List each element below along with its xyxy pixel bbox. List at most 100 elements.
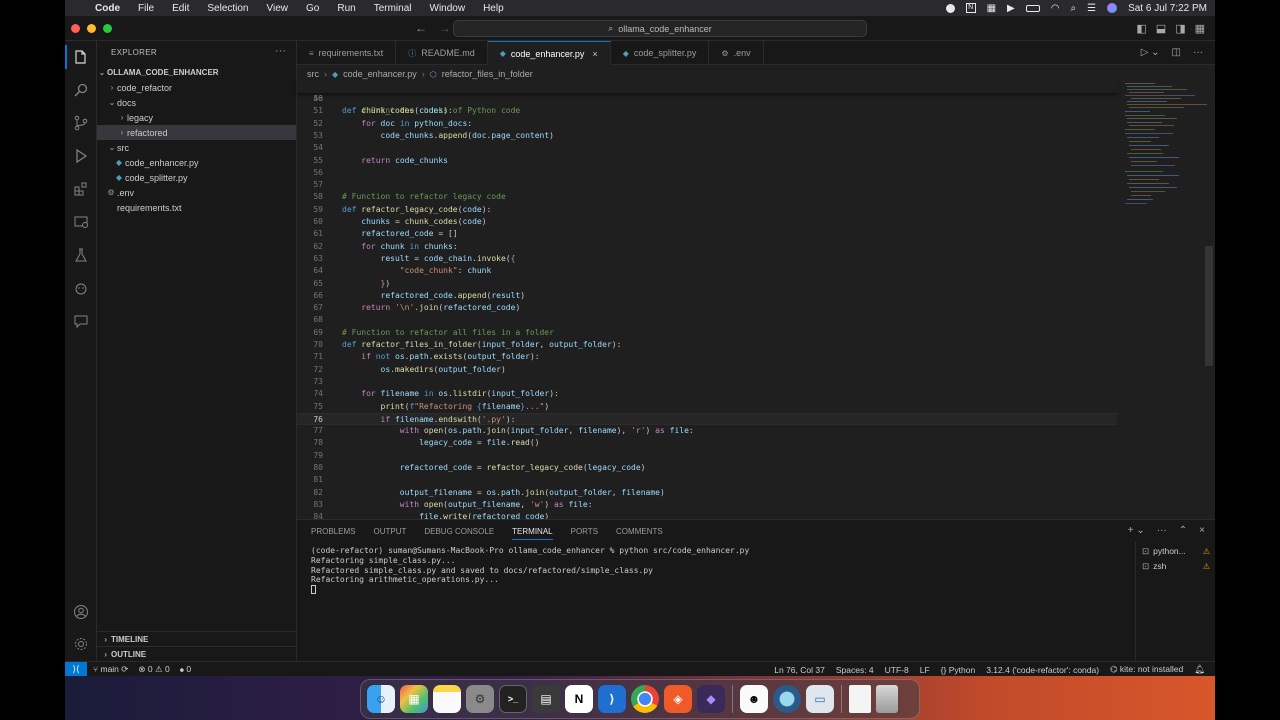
clock[interactable]: Sat 6 Jul 7:22 PM <box>1128 3 1207 14</box>
language-mode[interactable]: {} Python <box>941 665 976 675</box>
menu-go[interactable]: Go <box>306 3 319 14</box>
brave-icon[interactable]: ◈ <box>664 685 692 713</box>
quicktime-icon[interactable] <box>773 685 801 713</box>
minimap[interactable] <box>1125 81 1207 519</box>
search-icon[interactable] <box>73 82 89 98</box>
problems-indicator[interactable]: ⊗ 0 ⚠ 0 <box>138 664 169 675</box>
toggle-secondary-sidebar-icon[interactable]: ◨ <box>1175 22 1185 35</box>
more-actions-icon[interactable]: ··· <box>1193 47 1203 58</box>
terminal-instance-python[interactable]: ⊡ python... ⚠ <box>1142 544 1212 558</box>
settings-gear-icon[interactable] <box>73 636 89 652</box>
vertical-scrollbar[interactable] <box>1205 246 1213 366</box>
wifi-icon[interactable]: ◠ <box>1051 3 1060 14</box>
menu-file[interactable]: File <box>138 3 154 14</box>
workspace-root[interactable]: ⌄ OLLAMA_CODE_ENHANCER <box>97 65 296 80</box>
notion-icon[interactable]: N <box>965 3 976 13</box>
tab-comments[interactable]: COMMENTS <box>616 527 663 540</box>
document-icon[interactable] <box>849 685 871 713</box>
tree-item-code-splitter[interactable]: ◆ code_splitter.py <box>97 170 296 185</box>
record-icon[interactable] <box>945 3 955 13</box>
remote-explorer-icon[interactable] <box>73 214 89 230</box>
tree-item-refactored[interactable]: › refactored <box>97 125 296 140</box>
tab-problems[interactable]: PROBLEMS <box>311 527 355 540</box>
tree-item-src[interactable]: ⌄ src <box>97 140 296 155</box>
terminal-app-icon[interactable]: >_ <box>499 685 527 713</box>
breadcrumb-symbol[interactable]: refactor_files_in_folder <box>442 69 533 79</box>
search-icon[interactable]: ⌕ <box>1070 3 1076 14</box>
close-icon[interactable]: × <box>592 49 597 59</box>
battery-icon[interactable] <box>1025 4 1040 12</box>
command-center[interactable]: ⌕ ollama_code_enhancer <box>453 20 867 37</box>
ollama-app-icon[interactable]: ☻ <box>740 685 768 713</box>
finder-icon[interactable]: ☺ <box>367 685 395 713</box>
tab-env[interactable]: ⚙ .env <box>709 41 764 65</box>
terminal-instance-zsh[interactable]: ⊡ zsh ⚠ <box>1142 559 1212 573</box>
tab-ports[interactable]: PORTS <box>571 527 598 540</box>
tree-item-docs[interactable]: ⌄ docs <box>97 95 296 110</box>
ollama-icon[interactable] <box>73 280 89 296</box>
notifications-bell-icon[interactable]: 🔔︎ <box>1194 664 1205 675</box>
menu-app-name[interactable]: Code <box>95 3 120 14</box>
menu-selection[interactable]: Selection <box>207 3 248 14</box>
code-editor[interactable]: 50 51 # Print the chunks of Python code … <box>297 81 1117 519</box>
obsidian-icon[interactable]: ◆ <box>697 685 725 713</box>
tree-item-code-refactor[interactable]: › code_refactor <box>97 80 296 95</box>
run-debug-icon[interactable] <box>73 148 89 164</box>
tree-item-legacy[interactable]: › legacy <box>97 110 296 125</box>
account-icon[interactable] <box>73 604 89 620</box>
breadcrumb-file[interactable]: code_enhancer.py <box>343 69 417 79</box>
maximize-panel-icon[interactable]: ⌃ <box>1179 525 1187 536</box>
play-icon[interactable]: ▶ <box>1007 3 1015 14</box>
extensions-icon[interactable] <box>73 181 89 197</box>
launchpad-icon[interactable]: ▦ <box>400 685 428 713</box>
menu-run[interactable]: Run <box>337 3 355 14</box>
explorer-icon[interactable] <box>73 49 89 65</box>
end-of-line[interactable]: LF <box>920 665 930 675</box>
toggle-sidebar-icon[interactable]: ◧ <box>1136 22 1146 35</box>
control-center-icon[interactable]: ☰ <box>1087 3 1096 14</box>
menu-view[interactable]: View <box>267 3 289 14</box>
timeline-section[interactable]: › TIMELINE <box>97 631 296 646</box>
tab-readme[interactable]: ⓘ README.md <box>396 41 488 65</box>
trash-icon[interactable] <box>876 685 898 713</box>
forward-arrow-icon[interactable]: → <box>439 21 451 35</box>
customize-layout-icon[interactable]: ▦ <box>1195 22 1205 35</box>
more-actions-icon[interactable]: ··· <box>1157 525 1167 536</box>
tab-code-enhancer[interactable]: ◆ code_enhancer.py × <box>487 41 611 65</box>
branch-indicator[interactable]: ⑂ main ⟳ <box>93 664 128 675</box>
tab-output[interactable]: OUTPUT <box>373 527 406 540</box>
breadcrumb-folder[interactable]: src <box>307 69 319 79</box>
tree-item-code-enhancer[interactable]: ◆ code_enhancer.py <box>97 155 296 170</box>
tree-item-requirements[interactable]: requirements.txt <box>97 200 296 215</box>
notion-app-icon[interactable]: N <box>565 685 593 713</box>
terminal-output[interactable]: (code-refactor) suman@Sumans-MacBook-Pro… <box>311 546 749 595</box>
python-interpreter[interactable]: 3.12.4 ('code-refactor': conda) <box>986 665 1099 675</box>
new-terminal-icon[interactable]: + ⌄ <box>1128 525 1145 536</box>
chrome-icon[interactable] <box>631 685 659 713</box>
outline-section[interactable]: › OUTLINE <box>97 646 296 661</box>
toggle-panel-icon[interactable]: ⬓ <box>1156 22 1166 35</box>
menu-terminal[interactable]: Terminal <box>374 3 412 14</box>
menu-edit[interactable]: Edit <box>172 3 189 14</box>
chat-icon[interactable] <box>73 313 89 329</box>
close-icon[interactable]: × <box>1199 525 1205 536</box>
preview-icon[interactable]: ▭ <box>806 685 834 713</box>
encoding[interactable]: UTF-8 <box>885 665 909 675</box>
tab-code-splitter[interactable]: ◆ code_splitter.py <box>611 41 710 65</box>
more-actions-icon[interactable]: ··· <box>275 45 286 57</box>
minimize-window-button[interactable] <box>87 24 96 33</box>
indentation[interactable]: Spaces: 4 <box>836 665 874 675</box>
clipboard-icon[interactable]: ▦ <box>987 3 996 14</box>
split-editor-icon[interactable]: ◫ <box>1172 47 1181 58</box>
tab-requirements[interactable]: ≡ requirements.txt <box>297 41 397 65</box>
remote-indicator-icon[interactable]: ⟩⟨ <box>65 662 87 677</box>
system-settings-icon[interactable]: ⚙ <box>466 685 494 713</box>
cursor-position[interactable]: Ln 76, Col 37 <box>774 665 825 675</box>
back-arrow-icon[interactable]: ← <box>415 21 427 35</box>
ports-indicator[interactable]: ⦁ 0 <box>180 664 191 675</box>
testing-icon[interactable] <box>73 247 89 263</box>
vscode-icon[interactable]: ⟩ <box>598 685 626 713</box>
siri-icon[interactable] <box>1107 3 1118 13</box>
menu-help[interactable]: Help <box>483 3 504 14</box>
close-window-button[interactable] <box>71 24 80 33</box>
